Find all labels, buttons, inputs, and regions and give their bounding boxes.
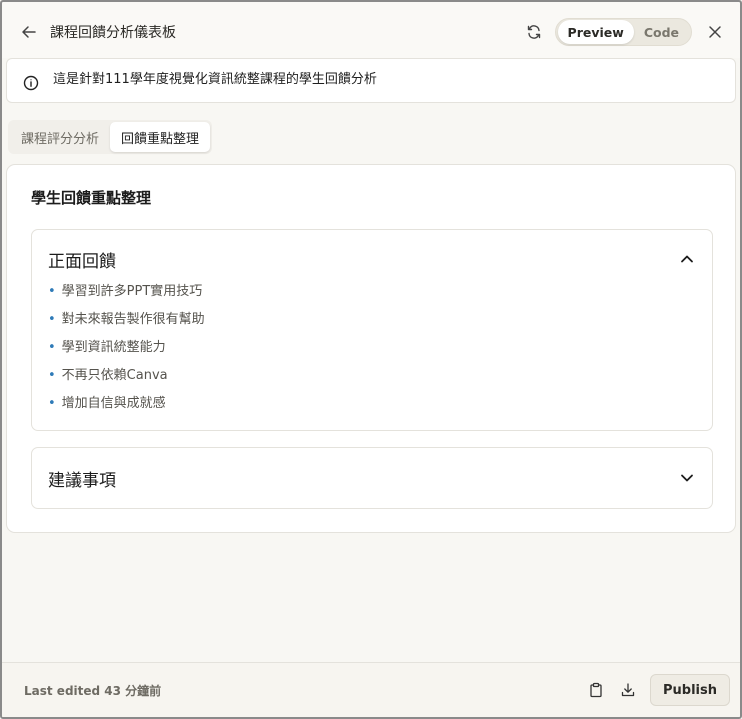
footer-actions: Publish <box>584 674 730 706</box>
preview-toggle-button[interactable]: Preview <box>557 20 634 44</box>
chevron-up-icon[interactable] <box>678 250 696 268</box>
chevron-down-icon[interactable] <box>678 469 696 487</box>
bullet-icon: • <box>48 312 56 327</box>
tab-list: 課程評分分析 回饋重點整理 <box>8 120 213 154</box>
bullet-icon: • <box>48 396 56 411</box>
accordion-header-positive[interactable]: 正面回饋 <box>48 230 696 288</box>
close-icon[interactable] <box>704 21 726 43</box>
alert-text: 這是針對111學年度視覺化資訊統整課程的學生回饋分析 <box>53 72 377 87</box>
publish-button[interactable]: Publish <box>650 674 730 706</box>
info-alert: 這是針對111學年度視覺化資訊統整課程的學生回饋分析 <box>6 58 736 103</box>
view-mode-toggle: Preview Code <box>554 18 692 46</box>
positive-feedback-list: • 學習到許多PPT實用技巧 • 對未來報告製作很有幫助 • 學到資訊統整能力 • 不再… <box>48 282 205 422</box>
list-item: • 不再只依賴Canva <box>48 366 205 394</box>
accordion-header-suggestions[interactable]: 建議事項 <box>48 448 696 508</box>
preview-content: 這是針對111學年度視覺化資訊統整課程的學生回饋分析 課程評分分析 回饋重點整理… <box>2 58 740 662</box>
bullet-icon: • <box>48 284 56 299</box>
feedback-card: 學生回饋重點整理 正面回饋 • 學習到許多PPT實用技巧 • 對未來報告製作很有幫助… <box>6 164 736 533</box>
info-icon <box>23 75 39 91</box>
last-edited-text: Last edited 43 分鐘前 <box>24 683 162 698</box>
tab-feedback-summary[interactable]: 回饋重點整理 <box>110 122 211 152</box>
accordion-title: 正面回饋 <box>48 251 116 272</box>
tab-course-rating[interactable]: 課程評分分析 <box>10 122 110 152</box>
accordion-positive-feedback: 正面回饋 • 學習到許多PPT實用技巧 • 對未來報告製作很有幫助 • 學到資訊統整能… <box>31 229 713 431</box>
clipboard-icon[interactable] <box>584 678 608 702</box>
header-actions: Preview Code <box>523 18 726 46</box>
list-item: • 學習到許多PPT實用技巧 <box>48 282 205 310</box>
code-toggle-button[interactable]: Code <box>634 20 689 44</box>
back-arrow-icon[interactable] <box>18 21 40 43</box>
footer-bar: Last edited 43 分鐘前 Publish <box>2 662 740 717</box>
app-window: 課程回饋分析儀表板 Preview Code 這是針對111學年度視覺化資訊統整… <box>0 0 742 719</box>
accordion-title: 建議事項 <box>48 470 116 491</box>
header-bar: 課程回饋分析儀表板 Preview Code <box>2 2 740 62</box>
page-title: 課程回饋分析儀表板 <box>50 25 176 41</box>
download-icon[interactable] <box>616 678 640 702</box>
list-item: • 增加自信與成就感 <box>48 394 205 422</box>
accordion-suggestions: 建議事項 <box>31 447 713 509</box>
bullet-icon: • <box>48 368 56 383</box>
card-title: 學生回饋重點整理 <box>31 189 152 207</box>
refresh-icon[interactable] <box>523 21 545 43</box>
bullet-icon: • <box>48 340 56 355</box>
list-item: • 對未來報告製作很有幫助 <box>48 310 205 338</box>
list-item: • 學到資訊統整能力 <box>48 338 205 366</box>
